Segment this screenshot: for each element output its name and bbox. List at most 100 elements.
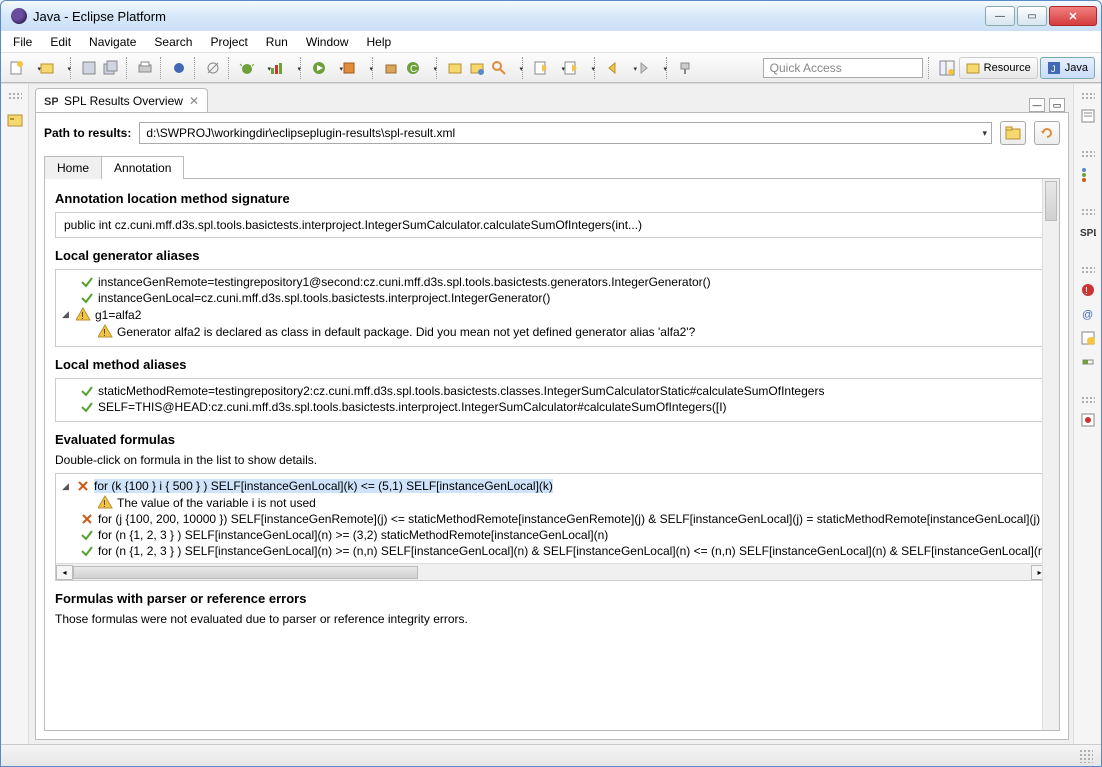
tree-row[interactable]: SELF=THIS@HEAD:cz.cuni.mff.d3s.spl.tools… [62,399,1042,415]
menu-run[interactable]: Run [258,33,296,51]
spl-results-tab[interactable]: SPL SPL Results Overview ✕ [35,88,208,112]
tree-row[interactable]: ◢ ! g1=alfa2 [62,306,1042,323]
search-icon[interactable]: ▾ [489,58,517,78]
annotation-nav1-icon[interactable]: ▾ [531,58,559,78]
package-explorer-icon[interactable] [7,112,23,128]
check-icon [80,275,94,289]
annotation-body: Annotation location method signature pub… [44,179,1060,731]
save-all-icon[interactable] [101,58,121,78]
minimize-button[interactable]: — [985,6,1015,26]
refresh-button[interactable] [1034,121,1060,145]
browse-button[interactable] [1000,121,1026,145]
left-trim [1,84,29,744]
scroll-thumb[interactable] [73,566,418,579]
generator-tree[interactable]: instanceGenRemote=testingrepository1@sec… [55,269,1049,347]
local-generator-header: Local generator aliases [55,248,1049,263]
menu-search[interactable]: Search [146,33,200,51]
debug-icon[interactable]: ▾ [237,58,265,78]
warning-icon: ! [98,324,113,339]
trim-grip[interactable] [8,92,22,100]
quick-access[interactable]: Quick Access [763,58,923,78]
tree-row[interactable]: ◢ for (k {100 } i { 500 } ) SELF[instanc… [62,478,1042,494]
trim-grip[interactable] [1081,92,1095,100]
forward-icon[interactable]: ▾ [633,58,661,78]
save-icon[interactable] [79,58,99,78]
perspective-java[interactable]: JJava [1040,57,1095,79]
task-list-icon[interactable] [1080,108,1096,124]
svg-text:@: @ [1082,309,1093,321]
inner-tabs: Home Annotation [44,155,1060,179]
tree-row[interactable]: instanceGenLocal=cz.cuni.mff.d3s.spl.too… [62,290,1042,306]
eclipse-icon [11,8,27,24]
problems-icon[interactable]: ! [1080,282,1096,298]
menu-file[interactable]: File [5,33,40,51]
run-last-icon[interactable]: ▾ [339,58,367,78]
menu-help[interactable]: Help [359,33,400,51]
path-value: d:\SWPROJ\workingdir\eclipseplugin-resul… [146,126,455,140]
back-icon[interactable]: ▾ [603,58,631,78]
tree-row[interactable]: for (n {1, 2, 3 } ) SELF[instanceGenLoca… [62,543,1042,559]
new-class-icon[interactable]: C▾ [403,58,431,78]
menu-project[interactable]: Project [202,33,255,51]
method-signature-header: Annotation location method signature [55,191,1049,206]
trim-grip[interactable] [1081,208,1095,216]
view-tabs: SPL SPL Results Overview ✕ — ▭ [35,88,1069,112]
menu-navigate[interactable]: Navigate [81,33,144,51]
svg-text:SPL: SPL [44,96,58,108]
open-type-icon[interactable] [445,58,465,78]
maximize-button[interactable]: ▭ [1017,6,1047,26]
minimize-view-icon[interactable]: — [1029,98,1045,112]
menubar: File Edit Navigate Search Project Run Wi… [1,31,1101,53]
tab-annotation[interactable]: Annotation [101,156,184,179]
tree-row[interactable]: ! Generator alfa2 is declared as class i… [62,323,1042,340]
tree-row[interactable]: staticMethodRemote=testingrepository2:cz… [62,383,1042,399]
new-project-icon[interactable]: ▾ [37,58,65,78]
formulas-tree[interactable]: ◢ for (k {100 } i { 500 } ) SELF[instanc… [55,473,1049,581]
check-icon [80,291,94,305]
trim-grip[interactable] [1081,266,1095,274]
tree-row[interactable]: ! The value of the variable i is not use… [62,494,1042,511]
error-log-icon[interactable] [1080,412,1096,428]
toolbar: ▾ ▾ ▾ ▾ ▾ ▾ C▾ ▾ ▾ ▾ ▾ ▾ Quick Access [1,53,1101,83]
warning-icon: ! [98,495,113,510]
pin-icon[interactable] [675,58,695,78]
run-icon[interactable]: ▾ [309,58,337,78]
tree-row[interactable]: for (n {1, 2, 3 } ) SELF[instanceGenLoca… [62,527,1042,543]
perspective-resource[interactable]: Resource [959,57,1038,79]
method-tree[interactable]: staticMethodRemote=testingrepository2:cz… [55,378,1049,422]
declaration-icon[interactable] [1080,330,1096,346]
path-input[interactable]: d:\SWPROJ\workingdir\eclipseplugin-resul… [139,122,992,144]
close-button[interactable]: ✕ [1049,6,1097,26]
svg-text:!: ! [103,328,106,339]
new-icon[interactable]: ▾ [7,58,35,78]
svg-text:C: C [410,64,417,75]
close-tab-icon[interactable]: ✕ [189,94,199,108]
trim-grip[interactable] [1081,150,1095,158]
outline-icon[interactable] [1080,166,1096,182]
collapse-icon[interactable]: ◢ [62,309,72,320]
resize-grip-icon[interactable] [1079,749,1093,763]
collapse-icon[interactable]: ◢ [62,481,72,492]
horizontal-scrollbar[interactable]: ◂ ▸ [56,563,1048,580]
coverage-icon[interactable]: ▾ [267,58,295,78]
trim-grip[interactable] [1081,396,1095,404]
menu-window[interactable]: Window [298,33,357,51]
javadoc-icon[interactable]: @ [1080,306,1096,322]
progress-icon[interactable] [1080,354,1096,370]
open-perspective-icon[interactable] [937,58,957,78]
new-package-icon[interactable] [381,58,401,78]
path-dropdown-icon[interactable]: ▾ [982,128,987,139]
spl-view-icon[interactable]: SPL [1080,224,1096,240]
annotation-nav2-icon[interactable]: ▾ [561,58,589,78]
tree-row[interactable]: instanceGenRemote=testingrepository1@sec… [62,274,1042,290]
menu-edit[interactable]: Edit [42,33,79,51]
tree-row[interactable]: for (j {100, 200, 10000 }) SELF[instance… [62,511,1042,527]
skip-breakpoints-icon[interactable] [203,58,223,78]
open-task-icon[interactable] [467,58,487,78]
print-icon[interactable] [135,58,155,78]
tab-home[interactable]: Home [44,156,102,179]
scroll-left-icon[interactable]: ◂ [56,565,73,580]
vertical-scrollbar[interactable] [1042,179,1059,730]
maximize-view-icon[interactable]: ▭ [1049,98,1065,112]
build-icon[interactable] [169,58,189,78]
